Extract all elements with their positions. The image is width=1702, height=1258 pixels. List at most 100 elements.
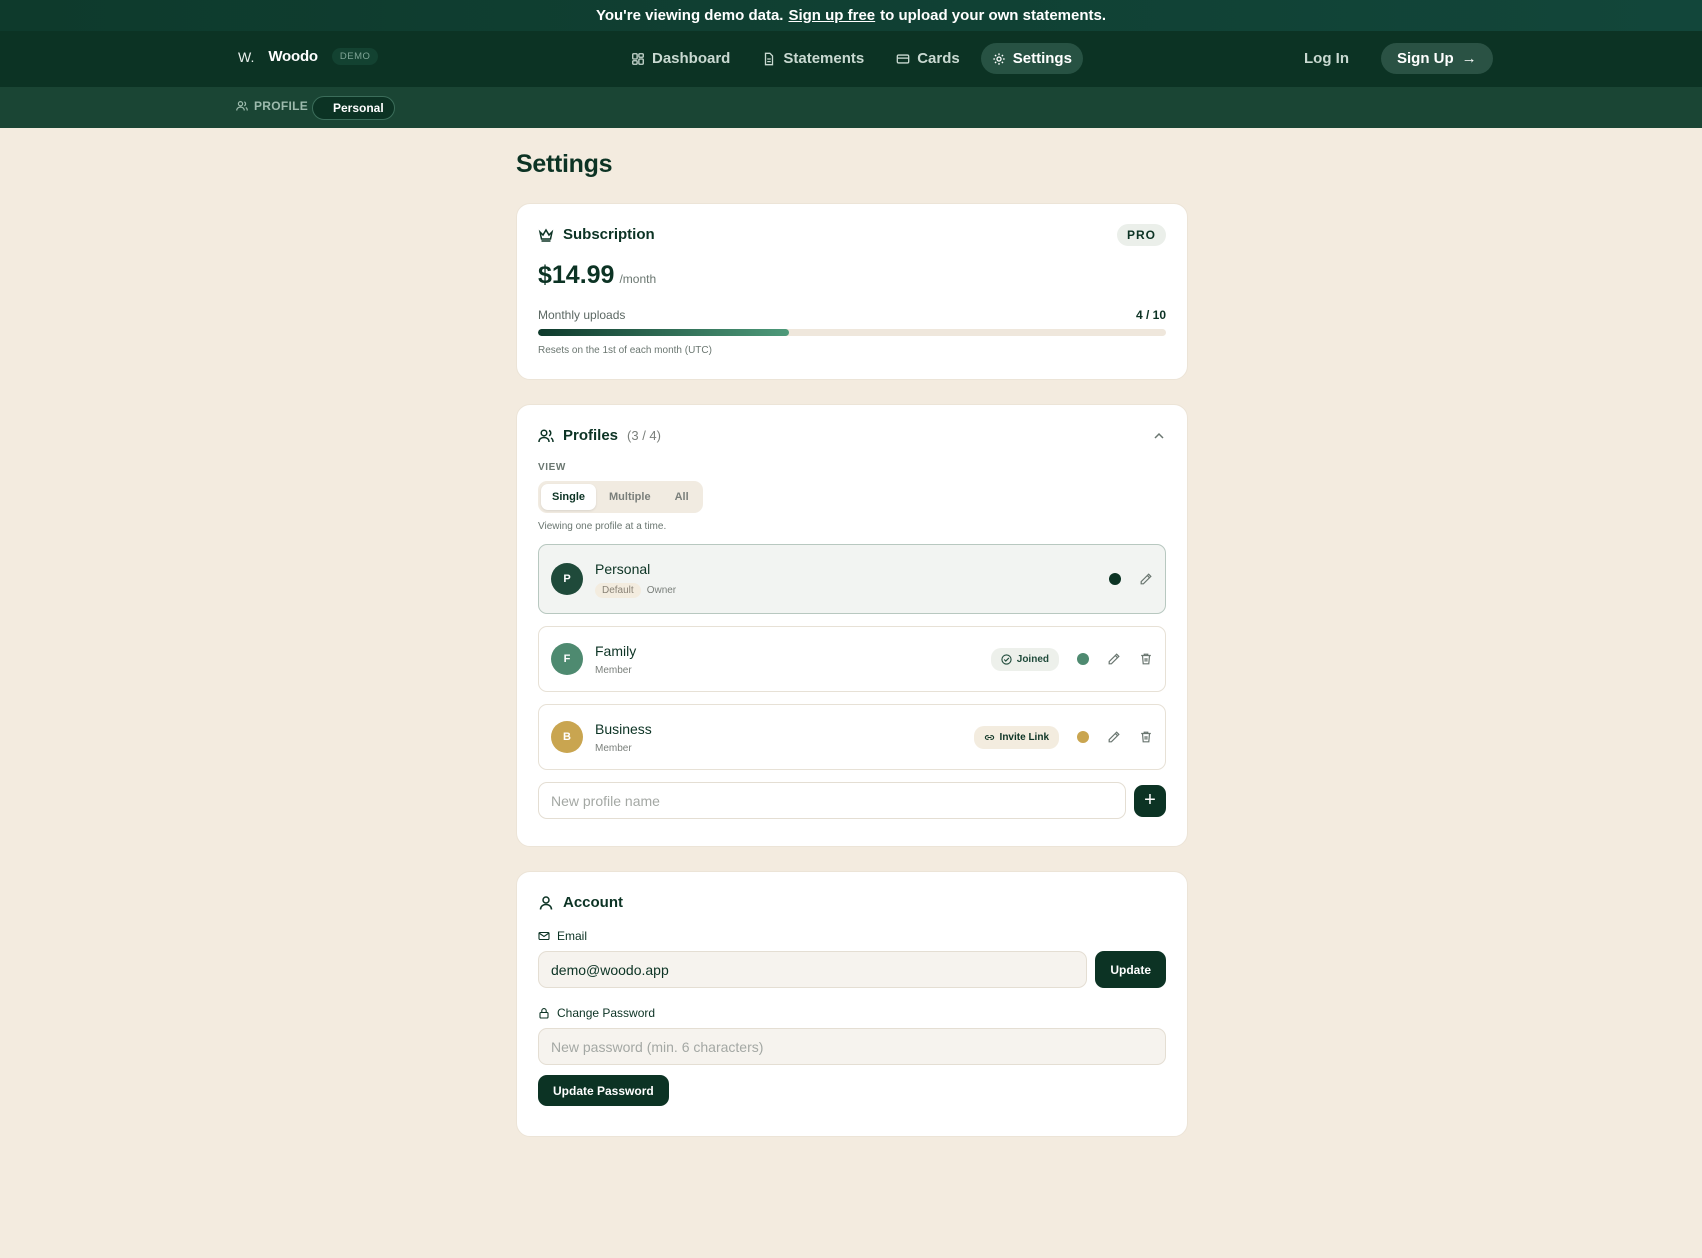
joined-badge: Joined xyxy=(990,647,1059,671)
profile-row-personal[interactable]: P Personal Default Owner xyxy=(538,544,1166,614)
brand[interactable]: W. Woodo DEMO xyxy=(238,48,379,65)
top-nav: W. Woodo DEMO Dashboard Statements Cards… xyxy=(0,31,1702,87)
profile-name: Family xyxy=(595,642,637,659)
joined-label: Joined xyxy=(1016,653,1049,665)
nav-cards-label: Cards xyxy=(917,50,960,67)
subscription-header: Subscription xyxy=(538,226,1166,243)
new-password-field[interactable] xyxy=(538,1028,1166,1065)
profile-label: PROFILE xyxy=(236,99,308,113)
crown-icon xyxy=(538,228,554,242)
color-dot[interactable] xyxy=(1077,653,1089,665)
plan-badge: PRO xyxy=(1116,224,1166,246)
profile-role: Member xyxy=(595,742,632,754)
uploads-count: 4 / 10 xyxy=(1135,308,1166,322)
view-all[interactable]: All xyxy=(664,484,700,510)
profile-row-family[interactable]: F Family Member Joined xyxy=(538,626,1166,692)
profile-meta: Member xyxy=(595,743,652,754)
profile-name: Personal xyxy=(595,560,651,577)
auth-actions: Log In Sign Up → xyxy=(1292,43,1493,74)
color-dot[interactable] xyxy=(1109,573,1121,585)
main-content: Settings Subscription PRO $14.99 /month … xyxy=(516,150,1188,1161)
price-period: /month xyxy=(619,272,657,286)
profiles-title: Profiles xyxy=(563,427,619,444)
new-profile-input[interactable] xyxy=(538,782,1126,819)
nav-settings[interactable]: Settings xyxy=(980,43,1083,74)
password-label-text: Change Password xyxy=(557,1006,656,1020)
price-amount: $14.99 xyxy=(538,261,615,289)
invite-link-button[interactable]: Invite Link xyxy=(973,725,1059,749)
pencil-icon[interactable] xyxy=(1107,652,1121,666)
profile-bar: PROFILE Personal xyxy=(0,87,1702,128)
profile-info: Personal Default Owner xyxy=(595,561,678,598)
signup-label: Sign Up xyxy=(1397,50,1454,67)
page-title: Settings xyxy=(516,150,613,178)
user-icon xyxy=(539,895,553,910)
pencil-icon[interactable] xyxy=(1107,730,1121,744)
default-badge: Default xyxy=(595,582,641,598)
color-dot[interactable] xyxy=(1077,731,1089,743)
signup-free-link[interactable]: Sign up free xyxy=(788,7,875,24)
uploads-progress-bar xyxy=(538,329,1166,336)
trash-icon[interactable] xyxy=(1139,730,1153,744)
avatar: F xyxy=(551,643,583,675)
email-row: Update xyxy=(538,951,1166,988)
profiles-card: Profiles (3 / 4) VIEW Single Multiple Al… xyxy=(516,404,1188,847)
nav-cards[interactable]: Cards xyxy=(885,43,971,74)
uploads-progress-fill xyxy=(538,329,790,336)
current-profile-pill[interactable]: Personal xyxy=(312,96,395,120)
check-circle-icon xyxy=(1001,653,1012,665)
password-label: Change Password xyxy=(538,1006,1166,1020)
avatar: P xyxy=(551,563,583,595)
trash-icon[interactable] xyxy=(1139,652,1153,666)
profile-row-business[interactable]: B Business Member Invite Link xyxy=(538,704,1166,770)
nav-statements[interactable]: Statements xyxy=(751,43,875,74)
login-button[interactable]: Log In xyxy=(1292,44,1361,73)
pencil-icon[interactable] xyxy=(1139,572,1153,586)
new-profile-row: + xyxy=(538,782,1166,819)
view-label: VIEW xyxy=(538,462,566,473)
subscription-card: Subscription PRO $14.99 /month Monthly u… xyxy=(516,203,1188,380)
link-icon xyxy=(984,734,994,740)
profile-meta: Member xyxy=(595,665,636,676)
profile-label-text: PROFILE xyxy=(254,99,309,113)
invite-link-label: Invite Link xyxy=(999,731,1049,743)
nav-statements-label: Statements xyxy=(783,50,865,67)
account-title: Account xyxy=(563,894,623,911)
signup-button[interactable]: Sign Up → xyxy=(1381,43,1493,74)
arrow-right-icon: → xyxy=(1461,50,1477,67)
update-password-button[interactable]: Update Password xyxy=(538,1075,669,1106)
profile-info: Family Member xyxy=(595,643,636,676)
avatar: B xyxy=(551,721,583,753)
mail-icon xyxy=(538,931,550,941)
subscription-title: Subscription xyxy=(563,226,655,243)
view-note: Viewing one profile at a time. xyxy=(538,521,667,532)
account-card: Account Email Update Change Password Upd… xyxy=(516,871,1188,1137)
profile-actions: Joined xyxy=(990,627,1153,691)
update-email-button[interactable]: Update xyxy=(1095,951,1166,988)
view-multiple[interactable]: Multiple xyxy=(598,484,662,510)
email-field[interactable] xyxy=(538,951,1088,988)
profile-name: Business xyxy=(595,720,652,737)
dashboard-icon xyxy=(632,52,644,65)
reset-note: Resets on the 1st of each month (UTC) xyxy=(538,345,712,356)
nav-settings-label: Settings xyxy=(1012,50,1072,67)
view-single[interactable]: Single xyxy=(541,484,597,510)
banner-prefix: You're viewing demo data. xyxy=(595,7,784,24)
users-icon xyxy=(538,428,554,442)
price: $14.99 /month xyxy=(538,261,1166,290)
profiles-count: (3 / 4) xyxy=(627,428,661,443)
view-toggle: Single Multiple All xyxy=(538,481,703,513)
chevron-up-icon[interactable] xyxy=(1153,430,1165,442)
profile-actions xyxy=(1109,545,1153,613)
email-label-text: Email xyxy=(557,929,588,943)
profiles-header[interactable]: Profiles (3 / 4) xyxy=(538,427,1166,444)
add-profile-button[interactable]: + xyxy=(1134,784,1166,817)
lock-icon xyxy=(539,1008,549,1019)
profile-meta: Default Owner xyxy=(595,582,678,598)
logo-mark: W. xyxy=(238,48,255,65)
profile-role: Owner xyxy=(646,584,677,596)
profile-info: Business Member xyxy=(595,721,652,754)
demo-banner: You're viewing demo data. Sign up free t… xyxy=(0,0,1702,31)
nav-dashboard[interactable]: Dashboard xyxy=(620,43,741,74)
uploads-row: Monthly uploads 4 / 10 xyxy=(538,308,1166,322)
